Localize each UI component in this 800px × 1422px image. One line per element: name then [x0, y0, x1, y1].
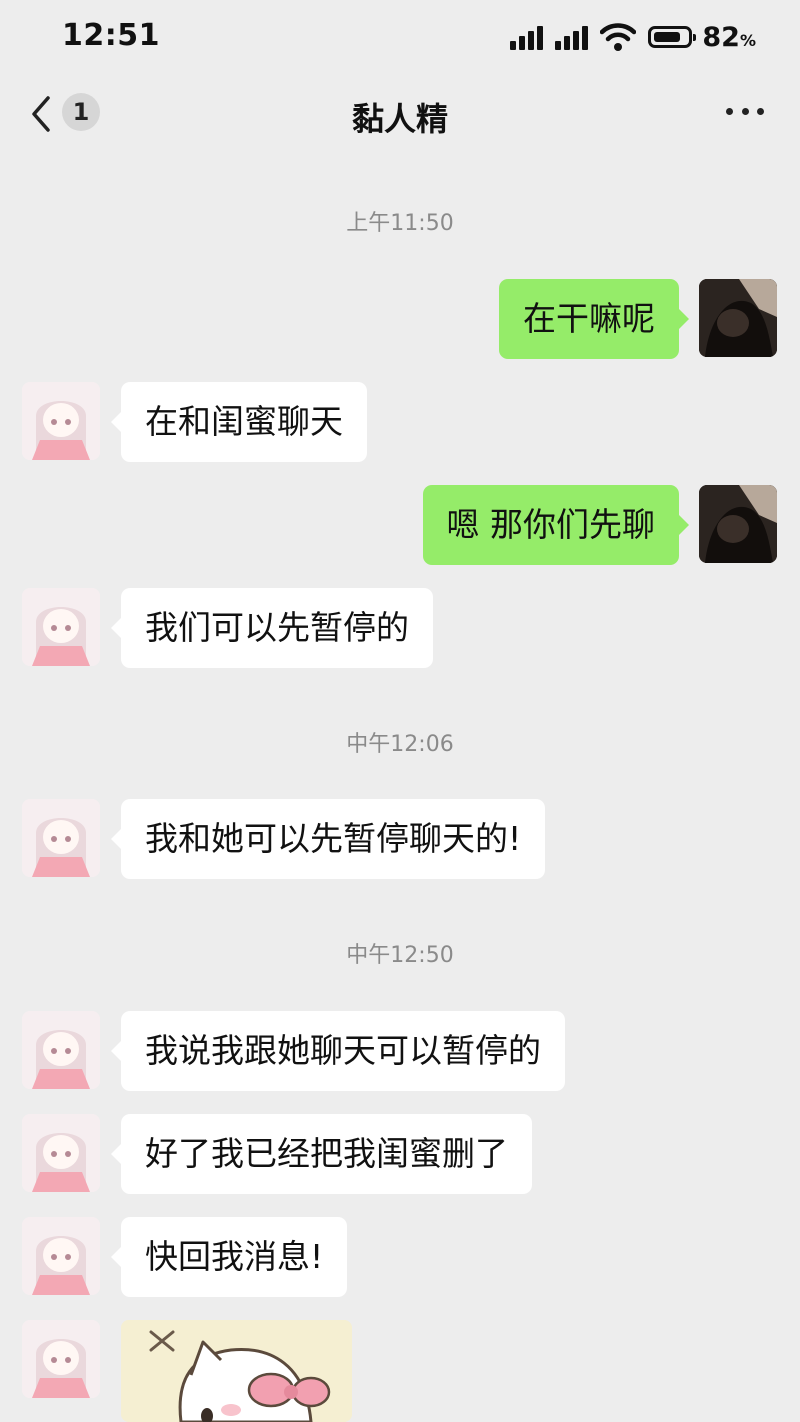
timestamp: 中午12:06 [346, 732, 454, 757]
message-bubble-incoming[interactable]: 快回我消息! [110, 1217, 348, 1297]
sticker-message[interactable] [121, 1320, 352, 1422]
battery-percent: 82% [702, 21, 756, 53]
avatar[interactable] [22, 382, 100, 460]
message-bubble-outgoing[interactable]: 嗯 那你们先聊 [422, 485, 689, 565]
timestamp: 中午12:50 [346, 943, 454, 968]
chat-title: 黏人精 [351, 100, 448, 138]
avatar[interactable] [699, 485, 777, 563]
battery-level [654, 32, 681, 42]
message-bubble-incoming[interactable]: 我们可以先暂停的 [111, 588, 433, 668]
battery-icon [648, 26, 697, 48]
avatar[interactable] [22, 1114, 100, 1192]
avatar[interactable] [699, 279, 777, 357]
signal-icon [510, 24, 544, 50]
avatar[interactable] [22, 1320, 100, 1398]
message-bubble-incoming[interactable]: 在和闺蜜聊天 [111, 382, 367, 462]
avatar[interactable] [22, 799, 100, 877]
status-bar: 12:51 82% [0, 0, 800, 76]
message-bubble-outgoing[interactable]: 在干嘛呢 [499, 279, 689, 359]
message-bubble-incoming[interactable]: 好了我已经把我闺蜜删了 [111, 1114, 532, 1194]
avatar[interactable] [22, 588, 100, 666]
signal-icon [555, 24, 589, 50]
wifi-icon [600, 23, 637, 51]
more-icon[interactable] [726, 104, 764, 118]
message-bubble-incoming[interactable]: 我说我跟她聊天可以暂停的 [111, 1011, 565, 1091]
avatar[interactable] [22, 1011, 100, 1089]
timestamp: 上午11:50 [346, 211, 454, 236]
message-bubble-incoming[interactable]: 我和她可以先暂停聊天的! [110, 799, 546, 879]
status-time: 12:51 [62, 18, 160, 53]
avatar[interactable] [22, 1217, 100, 1295]
status-icons: 82% [510, 20, 756, 54]
